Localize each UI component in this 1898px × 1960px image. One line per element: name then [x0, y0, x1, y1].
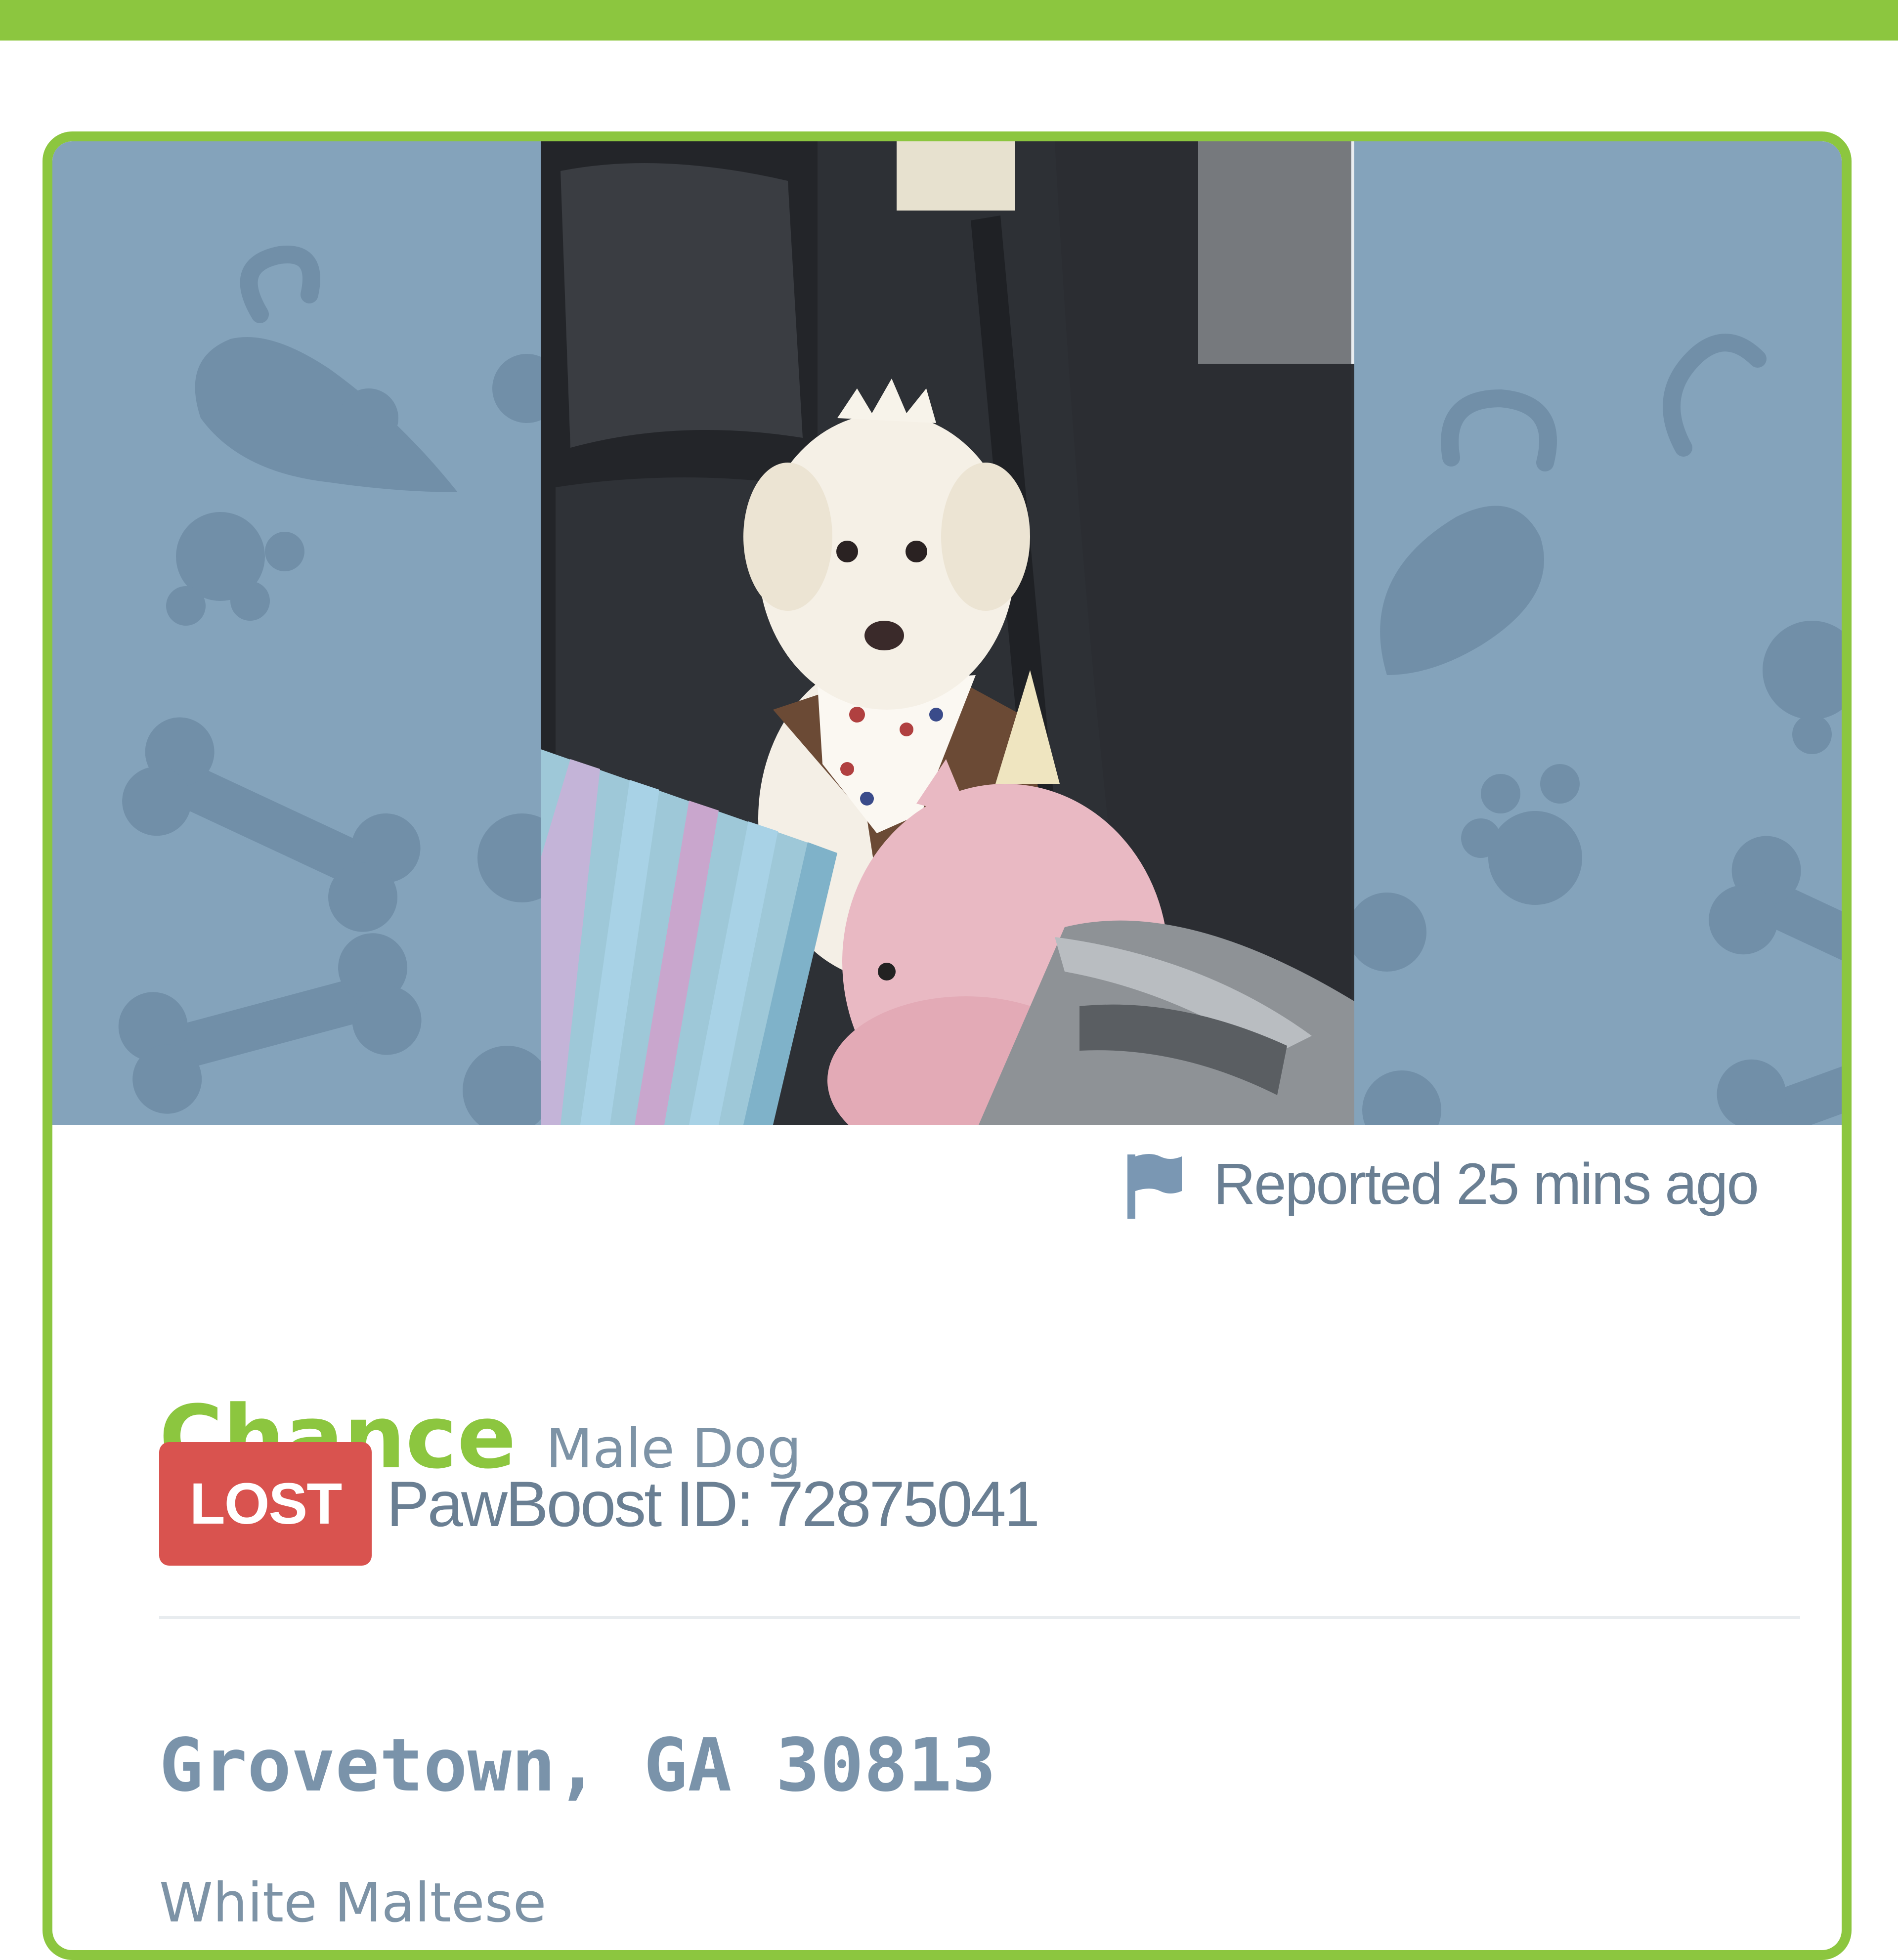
reported-time: Reported 25 mins ago	[1124, 1150, 1759, 1219]
pet-location: Grovetown, GA 30813	[159, 1723, 996, 1808]
pet-photo-banner	[52, 141, 1842, 1125]
top-accent-bar	[0, 0, 1898, 41]
dog-photo-illustration	[541, 141, 1354, 1125]
pet-photo[interactable]	[541, 141, 1354, 1125]
pet-listing-card[interactable]: Reported 25 mins ago Chance Male Dog LOS…	[43, 131, 1852, 1960]
section-divider	[159, 1616, 1800, 1619]
flag-icon[interactable]	[1124, 1150, 1184, 1219]
lost-status-badge: LOST	[159, 1442, 372, 1566]
pet-breed: White Maltese	[159, 1871, 547, 1934]
pawboost-id: PawBoost ID: 72875041	[387, 1468, 1040, 1540]
listing-status: LOST PawBoost ID: 72875041	[159, 1442, 1040, 1566]
reported-text: Reported 25 mins ago	[1213, 1151, 1759, 1217]
